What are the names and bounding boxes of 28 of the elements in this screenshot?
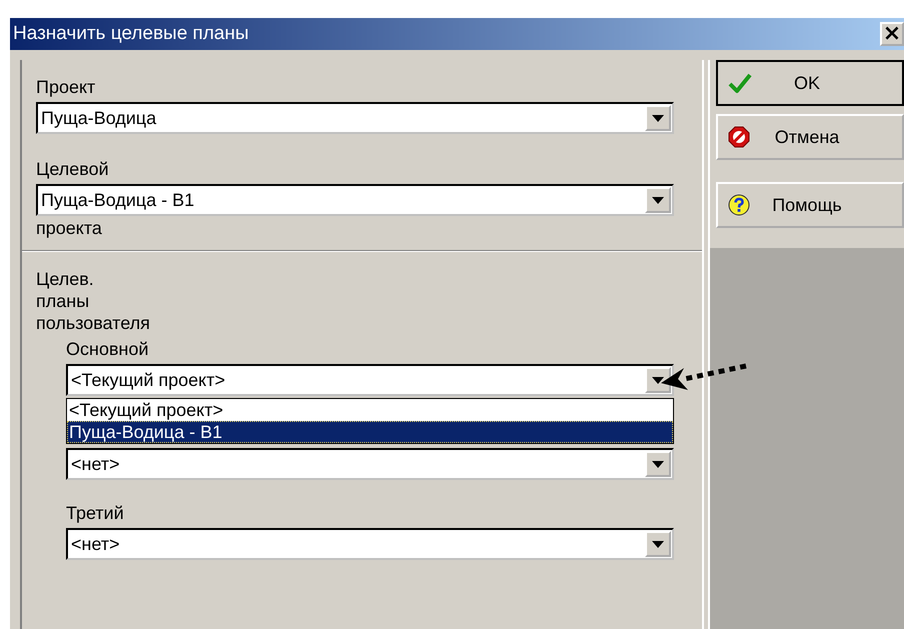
field-label: пользователя: [36, 312, 151, 334]
caret-icon: [652, 376, 664, 384]
question-mark-icon: [728, 194, 752, 216]
field-label: Проект: [36, 76, 96, 98]
field-label: Основной: [66, 338, 150, 360]
dropdown-option[interactable]: Пуща-Водица - В1: [67, 421, 673, 443]
dropdown-option[interactable]: <Текущий проект>: [67, 399, 673, 421]
dialog-button[interactable]: Помощь: [716, 182, 904, 228]
dialog-button[interactable]: Отмена: [716, 114, 904, 160]
dropdown-field[interactable]: <Текущий проект>: [66, 364, 674, 396]
check-icon: [728, 72, 752, 94]
dropdown-field[interactable]: <нет>: [66, 448, 674, 480]
caret-icon: [652, 540, 664, 548]
caret-icon: [652, 460, 664, 468]
field-label: Третий: [66, 502, 125, 524]
caret-icon: [652, 114, 664, 122]
dialog-button[interactable]: OK: [716, 60, 904, 106]
field-label: Целевой: [36, 158, 110, 180]
no-entry-icon: [728, 126, 752, 148]
field-label: Целев.: [36, 268, 95, 290]
caret-icon: [652, 196, 664, 204]
dropdown-field[interactable]: Пуща-Водица: [36, 102, 674, 134]
dropdown-field[interactable]: Пуща-Водица - В1: [36, 184, 674, 216]
field-label: планы: [36, 290, 90, 312]
window-title: Назначить целевые планы: [13, 23, 249, 45]
dropdown-field[interactable]: <нет>: [66, 528, 674, 560]
field-label: проекта: [36, 218, 103, 238]
close-button[interactable]: ×: [880, 22, 904, 46]
